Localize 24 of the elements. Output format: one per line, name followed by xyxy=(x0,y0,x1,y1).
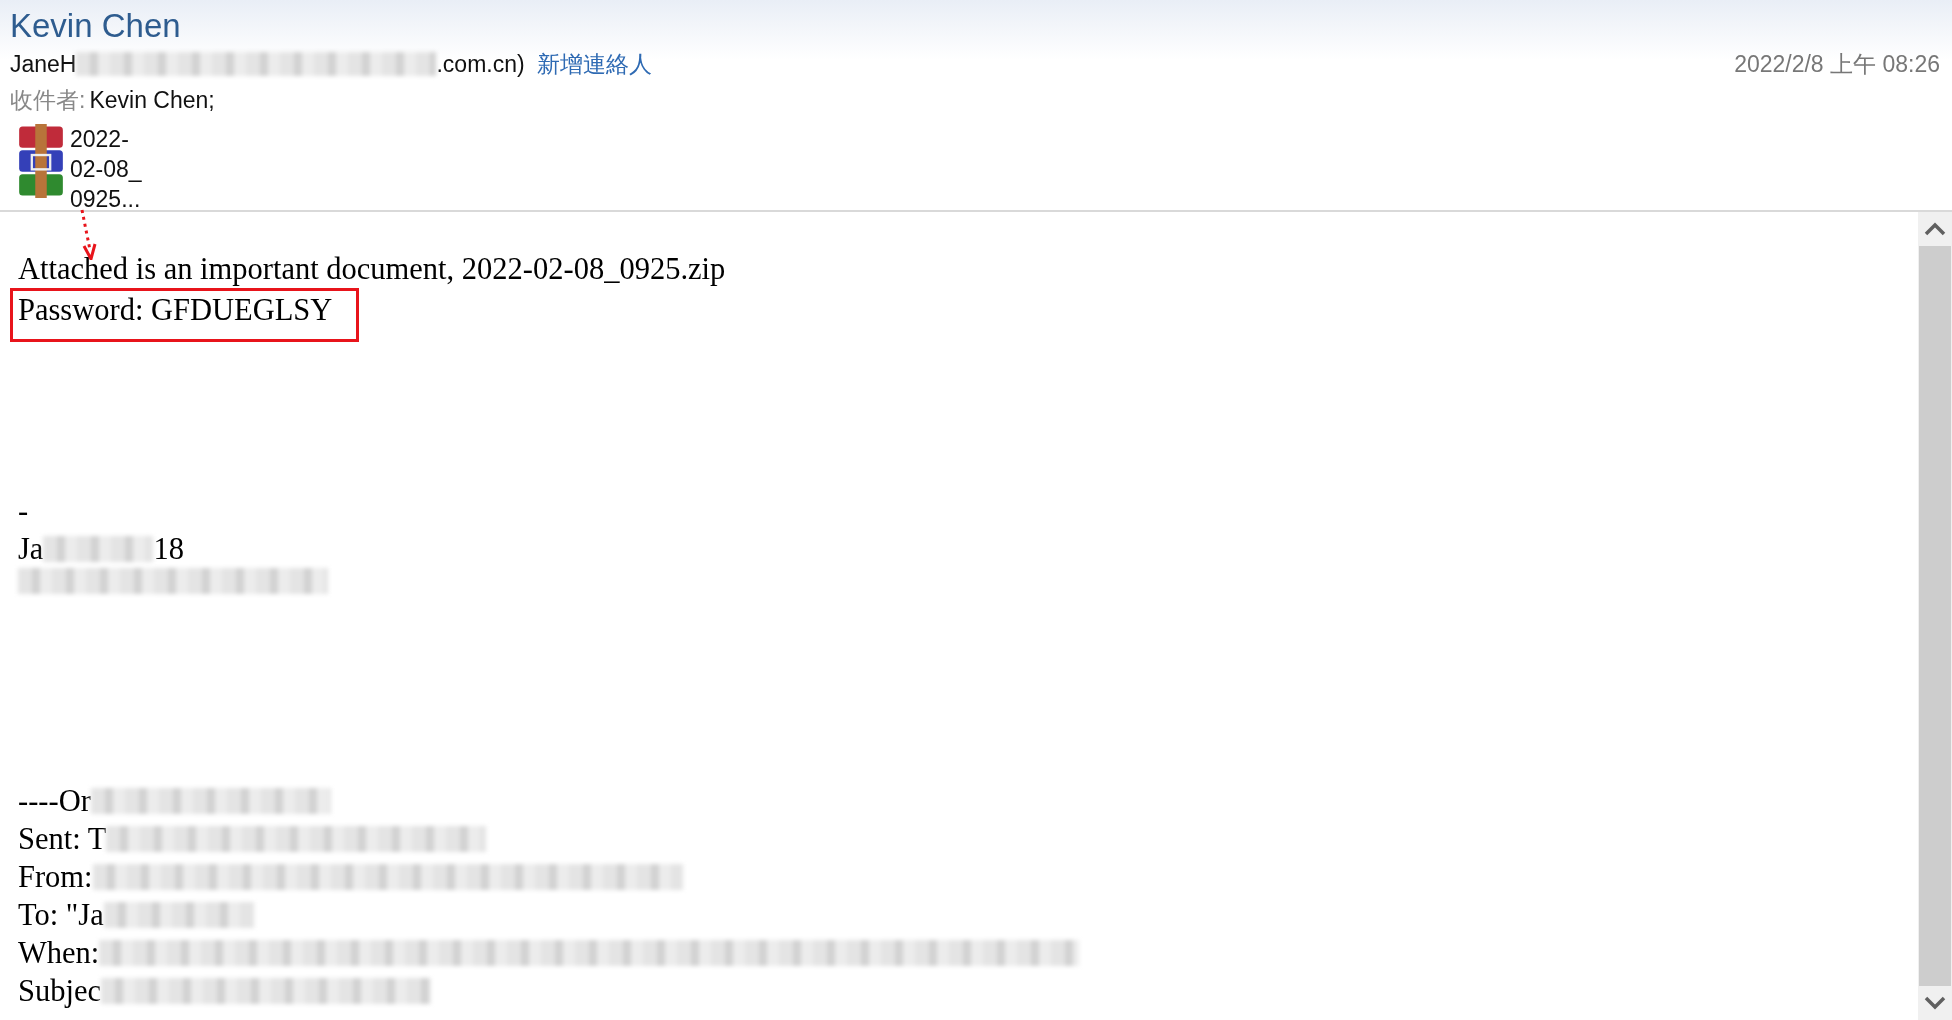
date-text: 2022/2/8 上午 08:26 xyxy=(1734,50,1940,79)
body-text: To: "Ja xyxy=(18,897,104,934)
body-text: Subjec xyxy=(18,973,101,1010)
chevron-up-icon xyxy=(1924,222,1946,236)
attachment-name[interactable]: 0925... xyxy=(70,184,142,214)
body-text: ----Or xyxy=(18,783,91,820)
sender-name: Kevin Chen xyxy=(10,6,182,46)
chevron-down-icon xyxy=(1924,996,1946,1010)
body-text: 18 xyxy=(153,531,184,568)
body-text: When: xyxy=(18,935,100,972)
recipient-label: 收件者: xyxy=(10,86,86,115)
body-text: - xyxy=(18,493,29,530)
body-text: Attached is an important document, 2022-02-08_0925.zip xyxy=(18,251,726,288)
archive-icon xyxy=(18,124,64,198)
body-text: Sent: T xyxy=(18,821,107,858)
body-text: From: xyxy=(18,859,93,896)
body-text: Ja xyxy=(18,531,44,568)
sender-address: JaneH xyxy=(10,50,77,79)
attachment-name[interactable]: 2022- xyxy=(70,124,142,154)
sender-address: .com.cn) xyxy=(436,50,525,79)
recipient-name: Kevin Chen; xyxy=(89,86,215,115)
add-contact-link[interactable]: 新增連絡人 xyxy=(536,46,652,82)
highlighted-password-text: Password: GFDUEGLSY xyxy=(10,288,360,342)
attachment-name[interactable]: 02-08_ xyxy=(70,154,142,184)
